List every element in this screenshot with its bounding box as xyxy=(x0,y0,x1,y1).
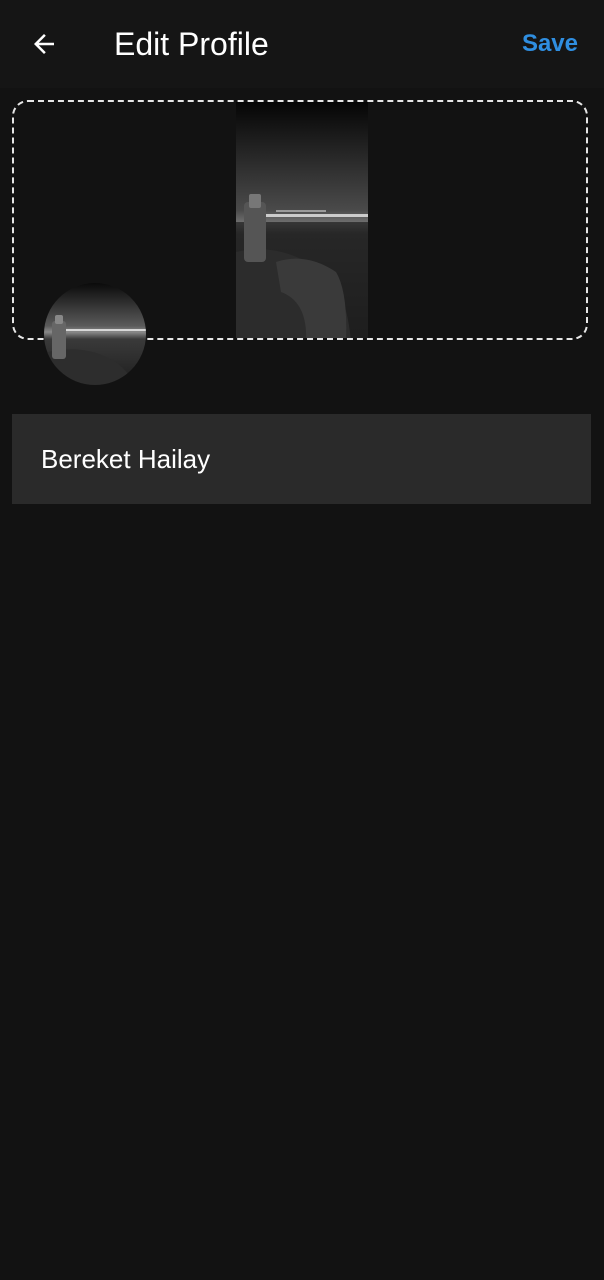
save-button[interactable]: Save xyxy=(522,26,578,62)
top-app-bar: Edit Profile Save xyxy=(0,0,604,88)
page-title: Edit Profile xyxy=(114,26,269,62)
name-field[interactable] xyxy=(12,414,591,504)
arrow-left-icon xyxy=(34,34,54,54)
back-button[interactable] xyxy=(20,20,68,68)
edit-profile-screen: Edit Profile Save xyxy=(0,0,604,1280)
cover-photo xyxy=(236,102,368,338)
avatar-picker[interactable] xyxy=(44,283,146,385)
name-input[interactable] xyxy=(12,414,591,504)
avatar-photo xyxy=(44,283,146,385)
